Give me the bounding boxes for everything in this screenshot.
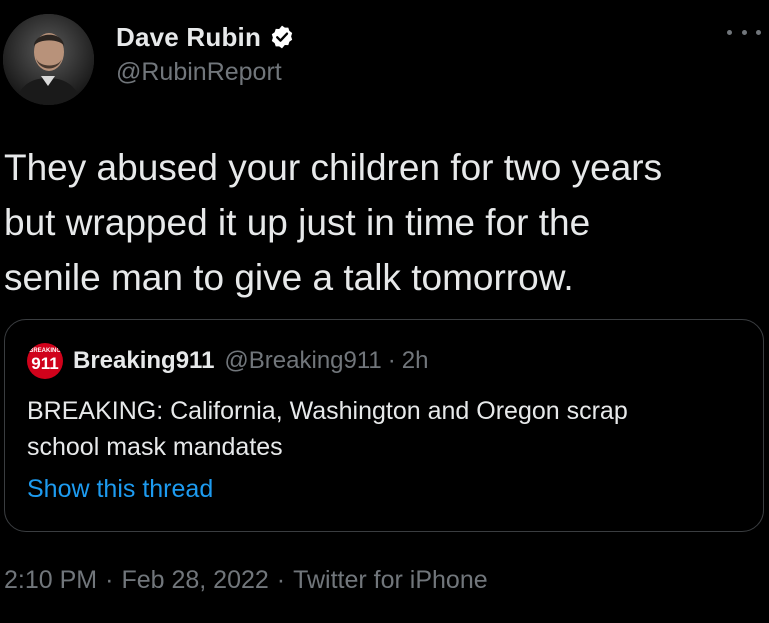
meta-separator: · xyxy=(105,566,114,594)
author-handle[interactable]: @RubinReport xyxy=(116,58,282,87)
quoted-author-display-name[interactable]: Breaking911 xyxy=(73,347,214,375)
author-display-name[interactable]: Dave Rubin xyxy=(116,22,261,53)
tweet-date[interactable]: Feb 28, 2022 xyxy=(121,566,268,594)
show-thread-link[interactable]: Show this thread xyxy=(27,475,213,504)
quoted-avatar-big-text: 911 xyxy=(31,354,59,373)
more-horizontal-icon-dot xyxy=(741,29,747,35)
quoted-tweet-header: BREAKING 911 Breaking911 @Breaking911 · … xyxy=(27,343,428,379)
more-horizontal-icon-dot xyxy=(727,29,732,35)
quoted-author-avatar[interactable]: BREAKING 911 xyxy=(27,343,63,379)
quoted-tweet-time[interactable]: 2h xyxy=(402,347,429,375)
quoted-author-handle[interactable]: @Breaking911 xyxy=(224,347,381,375)
tweet-metadata: 2:10 PM · Feb 28, 2022 · Twitter for iPhone xyxy=(4,566,488,595)
quoted-tweet-text: BREAKING: California, Washington and Ore… xyxy=(27,397,628,461)
more-options-button[interactable] xyxy=(727,22,761,42)
author-avatar[interactable] xyxy=(3,14,94,105)
quoted-tweet-card[interactable]: BREAKING 911 Breaking911 @Breaking911 · … xyxy=(4,319,764,532)
profile-photo-icon xyxy=(3,14,94,105)
tweet-time[interactable]: 2:10 PM xyxy=(4,566,97,594)
quoted-tweet-separator: · xyxy=(387,347,396,374)
meta-separator: · xyxy=(276,566,286,594)
tweet-text: They abused your children for two years … xyxy=(4,147,663,298)
author-name-row[interactable]: Dave Rubin xyxy=(116,20,295,54)
tweet-source[interactable]: Twitter for iPhone xyxy=(293,566,488,594)
more-horizontal-icon-dot xyxy=(756,29,761,35)
verified-badge-icon xyxy=(271,25,293,49)
tweet-page: Dave Rubin @RubinReport They abused your… xyxy=(0,0,769,623)
